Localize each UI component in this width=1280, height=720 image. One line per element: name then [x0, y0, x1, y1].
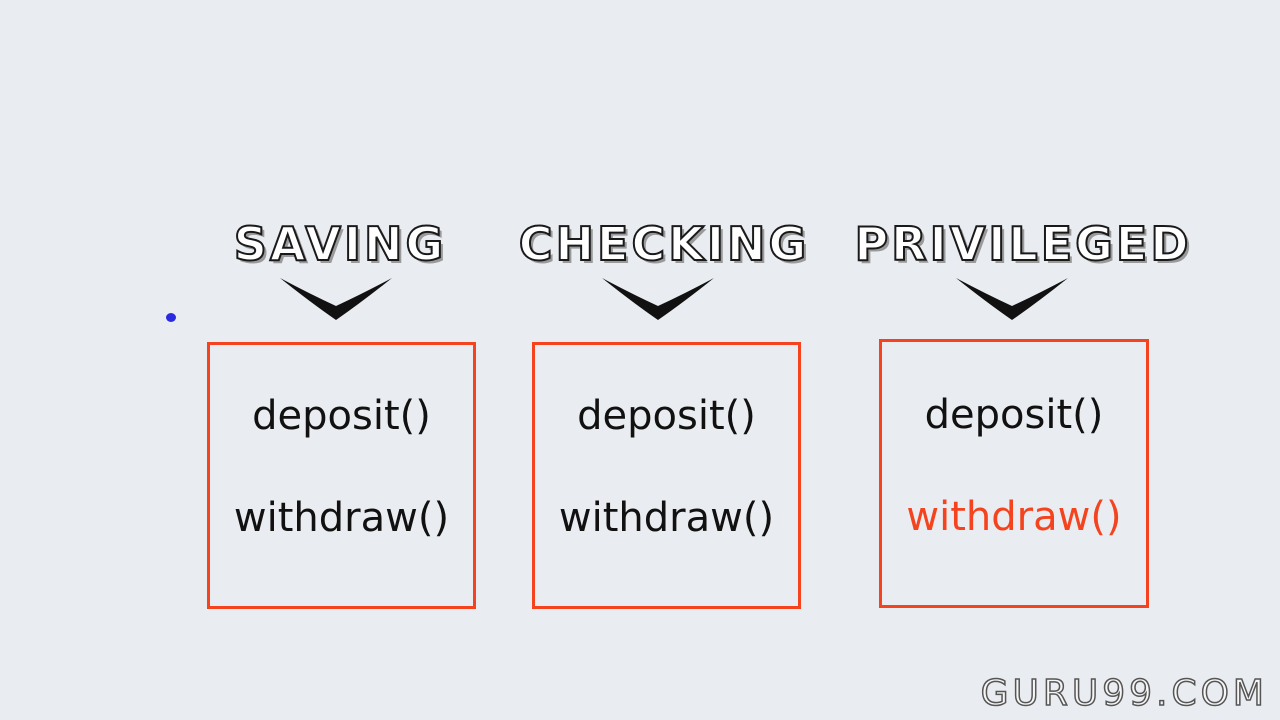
method-deposit: deposit() — [577, 393, 756, 439]
class-title-privileged: PRIVILEGED — [853, 216, 1192, 272]
method-withdraw: withdraw() — [233, 495, 450, 541]
class-title-saving: SAVING — [233, 216, 447, 272]
pen-mark — [166, 313, 176, 322]
method-withdraw-highlighted: withdraw() — [906, 494, 1122, 540]
class-box-checking: deposit() withdraw() — [532, 342, 801, 609]
brace-checking — [602, 278, 714, 320]
method-withdraw: withdraw() — [558, 495, 775, 541]
brace-privileged — [956, 278, 1068, 320]
method-deposit: deposit() — [924, 392, 1104, 438]
brace-saving — [280, 278, 392, 320]
class-box-privileged: deposit() withdraw() — [879, 339, 1149, 608]
method-deposit: deposit() — [252, 393, 431, 439]
watermark: GURU99.COM — [980, 672, 1268, 715]
class-title-checking: CHECKING — [518, 216, 810, 272]
diagram-canvas: SAVING deposit() withdraw() CHECKING dep… — [0, 0, 1280, 720]
class-box-saving: deposit() withdraw() — [207, 342, 476, 609]
